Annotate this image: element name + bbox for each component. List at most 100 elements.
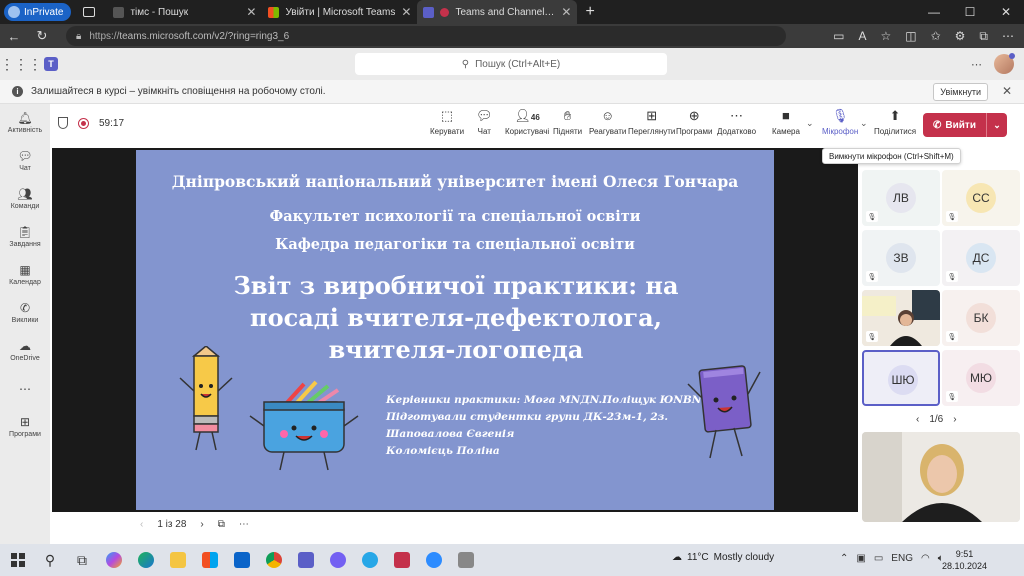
- chrome-icon[interactable]: [258, 544, 290, 576]
- rail-item-assignments[interactable]: 📋︎ Завдання: [0, 218, 50, 256]
- inprivate-badge[interactable]: InPrivate: [4, 3, 72, 21]
- browser-tab-active[interactable]: Teams and Channels | Захис ✕: [417, 0, 578, 24]
- rail-more[interactable]: ⋯: [0, 370, 50, 408]
- leave-options-chevron-icon[interactable]: ⌄: [987, 120, 1007, 131]
- toolbar-label: Чат: [477, 127, 491, 136]
- view-button[interactable]: ⊞ Переглянути: [628, 108, 675, 136]
- close-tab-icon[interactable]: ✕: [561, 5, 571, 19]
- collections-icon[interactable]: ⧉: [979, 29, 988, 44]
- more-options-icon[interactable]: ⋯: [239, 519, 249, 530]
- close-window-icon[interactable]: ✕: [988, 0, 1024, 24]
- camera-options-chevron-icon[interactable]: ⌄: [806, 118, 814, 129]
- control-icon: ⬚: [440, 108, 454, 123]
- more-options-icon[interactable]: ⋯: [971, 58, 982, 71]
- rail-item-chat[interactable]: 💬︎ Чат: [0, 142, 50, 180]
- self-video-preview[interactable]: [862, 432, 1020, 522]
- previous-page-icon[interactable]: ‹: [916, 414, 919, 425]
- rail-item-teams[interactable]: 👥︎ Команди: [0, 180, 50, 218]
- recording-icon[interactable]: [78, 117, 89, 129]
- camera-button[interactable]: ■ Камера: [772, 108, 800, 136]
- slide-department: Кафедра педагогіки та спеціальної освіти: [275, 236, 635, 253]
- teams-icon[interactable]: [290, 544, 322, 576]
- weather-temp: 11°C: [687, 552, 709, 563]
- tab-actions-icon[interactable]: [83, 7, 96, 17]
- enable-notifications-button[interactable]: Увімкнути: [933, 83, 988, 101]
- participant-tile-selected[interactable]: ШЮ: [862, 350, 940, 406]
- app-launcher-icon[interactable]: ⋮⋮⋮: [0, 56, 42, 73]
- control-button[interactable]: ⬚ Керувати: [430, 108, 464, 136]
- mic-options-chevron-icon[interactable]: ⌄: [860, 118, 868, 129]
- telegram-icon[interactable]: [354, 544, 386, 576]
- next-page-icon[interactable]: ›: [953, 414, 956, 425]
- address-input[interactable]: 🔒︎ https://teams.microsoft.com/v2/?ring=…: [66, 26, 786, 46]
- viber-icon[interactable]: [322, 544, 354, 576]
- taskbar-clock[interactable]: 9:51 28.10.2024: [942, 548, 987, 572]
- battery-icon[interactable]: ▭: [874, 553, 883, 564]
- participant-tile[interactable]: ЗВ 🎙︎: [862, 230, 940, 286]
- onenote-icon[interactable]: [386, 544, 418, 576]
- start-button[interactable]: [2, 544, 34, 576]
- file-explorer-icon[interactable]: [162, 544, 194, 576]
- printer-icon[interactable]: [450, 544, 482, 576]
- raise-hand-button[interactable]: ✋︎ Підняти: [553, 108, 582, 136]
- close-tab-icon[interactable]: ✕: [246, 5, 256, 19]
- store-icon[interactable]: [194, 544, 226, 576]
- chevron-up-icon[interactable]: ⌃: [840, 553, 848, 564]
- people-button[interactable]: 👤︎46 Користувачі: [505, 108, 549, 136]
- new-tab-icon[interactable]: +: [585, 3, 594, 21]
- favorites-icon[interactable]: ✩: [931, 29, 941, 43]
- browser-tab[interactable]: тімс - Пошук ✕: [107, 0, 262, 24]
- split-screen-icon[interactable]: ◫: [905, 29, 916, 43]
- copilot-icon[interactable]: [98, 544, 130, 576]
- outlook-icon[interactable]: [226, 544, 258, 576]
- task-view-icon[interactable]: ⧉: [66, 544, 98, 576]
- close-banner-icon[interactable]: ✕: [1002, 84, 1012, 98]
- screen-cast-icon[interactable]: ▭: [833, 29, 844, 43]
- language-indicator[interactable]: ENG: [891, 553, 913, 564]
- rail-item-activity[interactable]: 🔔︎ Активність: [0, 104, 50, 142]
- weather-widget[interactable]: ☁ 11°C Mostly cloudy: [672, 552, 774, 563]
- participant-tile[interactable]: БК 🎙︎: [942, 290, 1020, 346]
- participant-tile[interactable]: ЛВ 🎙︎: [862, 170, 940, 226]
- extensions-icon[interactable]: ⚙: [955, 29, 966, 43]
- search-icon[interactable]: ⚲: [34, 544, 66, 576]
- more-icon[interactable]: ⋯: [1002, 29, 1014, 43]
- refresh-icon[interactable]: ↻: [28, 28, 56, 44]
- rail-item-calendar[interactable]: ▦ Календар: [0, 256, 50, 294]
- browser-tab[interactable]: Увійти | Microsoft Teams ✕: [262, 0, 417, 24]
- apps-button[interactable]: ⊕ Програми: [676, 108, 712, 136]
- wifi-icon[interactable]: ◠: [921, 553, 930, 564]
- more-actions-button[interactable]: ⋯ Додатково: [717, 108, 756, 136]
- participant-tile[interactable]: МЮ 🎙︎: [942, 350, 1020, 406]
- back-icon[interactable]: ←: [0, 29, 28, 44]
- windows-logo-icon: [11, 553, 25, 567]
- react-button[interactable]: ☺ Реагувати: [589, 108, 626, 136]
- participant-avatar: СС: [966, 183, 996, 213]
- rail-item-apps[interactable]: ⊞ Програми: [0, 408, 50, 446]
- shield-icon[interactable]: [58, 117, 68, 129]
- favorite-star-icon[interactable]: ☆: [880, 29, 891, 43]
- participant-tile[interactable]: ДС 🎙︎: [942, 230, 1020, 286]
- next-slide-icon[interactable]: ›: [200, 519, 203, 530]
- chat-button[interactable]: 💬︎ Чат: [476, 108, 493, 136]
- zoom-icon[interactable]: [418, 544, 450, 576]
- muted-mic-icon: 🎙︎: [946, 391, 958, 402]
- user-avatar[interactable]: [994, 53, 1015, 74]
- microphone-button[interactable]: 🎙︎ Мікрофон: [822, 108, 858, 136]
- edge-icon[interactable]: [130, 544, 162, 576]
- rail-item-calls[interactable]: ✆ Виклики: [0, 294, 50, 332]
- share-button[interactable]: ⬆ Поділитися: [874, 108, 916, 136]
- read-aloud-icon[interactable]: A: [858, 29, 866, 43]
- leave-button[interactable]: ✆ Вийти ⌄: [923, 113, 1007, 137]
- rail-item-onedrive[interactable]: ☁ OneDrive: [0, 332, 50, 370]
- tray-app-icon[interactable]: ▣: [856, 553, 865, 564]
- book-character-illustration: [687, 365, 761, 459]
- minimize-icon[interactable]: —: [916, 0, 952, 24]
- participant-tile[interactable]: СС 🎙︎: [942, 170, 1020, 226]
- participant-video-tile[interactable]: 🎙︎: [862, 290, 940, 346]
- previous-slide-icon[interactable]: ‹: [140, 519, 143, 530]
- close-tab-icon[interactable]: ✕: [401, 5, 411, 19]
- maximize-icon[interactable]: ☐: [952, 0, 988, 24]
- slide-sorter-icon[interactable]: ⧉: [218, 519, 225, 530]
- search-input[interactable]: ⚲ Пошук (Ctrl+Alt+E): [355, 53, 667, 75]
